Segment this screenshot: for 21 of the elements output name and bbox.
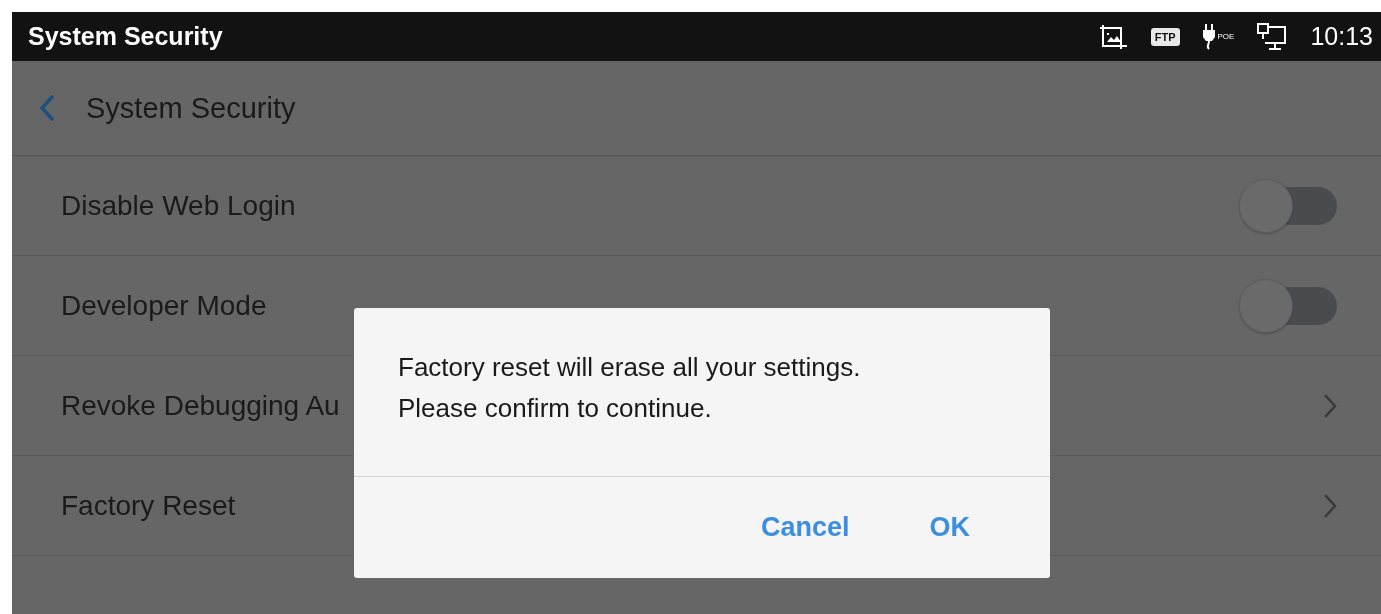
toggle-switch[interactable] [1239, 177, 1337, 234]
page-title: System Security [86, 91, 296, 125]
plug-icon [1201, 23, 1216, 50]
back-icon[interactable] [38, 93, 56, 123]
setting-label: Factory Reset [61, 489, 236, 522]
image-icon [1098, 23, 1129, 50]
toggle-switch[interactable] [1239, 277, 1337, 334]
setting-label: Disable Web Login [61, 189, 296, 222]
chevron-right-icon [1323, 492, 1337, 519]
ftp-badge: FTP [1150, 27, 1180, 46]
setting-label: Developer Mode [61, 289, 267, 322]
setting-label: Revoke Debugging Au [61, 389, 340, 422]
chevron-right-icon [1323, 392, 1337, 419]
status-title: System Security [28, 22, 223, 51]
clock-time: 10:13 [1310, 22, 1373, 51]
settings-row[interactable]: Disable Web Login [12, 156, 1381, 256]
network-icon [1256, 22, 1289, 51]
poe-label: POE [1217, 32, 1235, 41]
dialog-message: Please confirm to continue. [398, 393, 713, 424]
dialog-button[interactable]: OK [919, 506, 980, 549]
dialog-button[interactable]: Cancel [750, 506, 860, 549]
